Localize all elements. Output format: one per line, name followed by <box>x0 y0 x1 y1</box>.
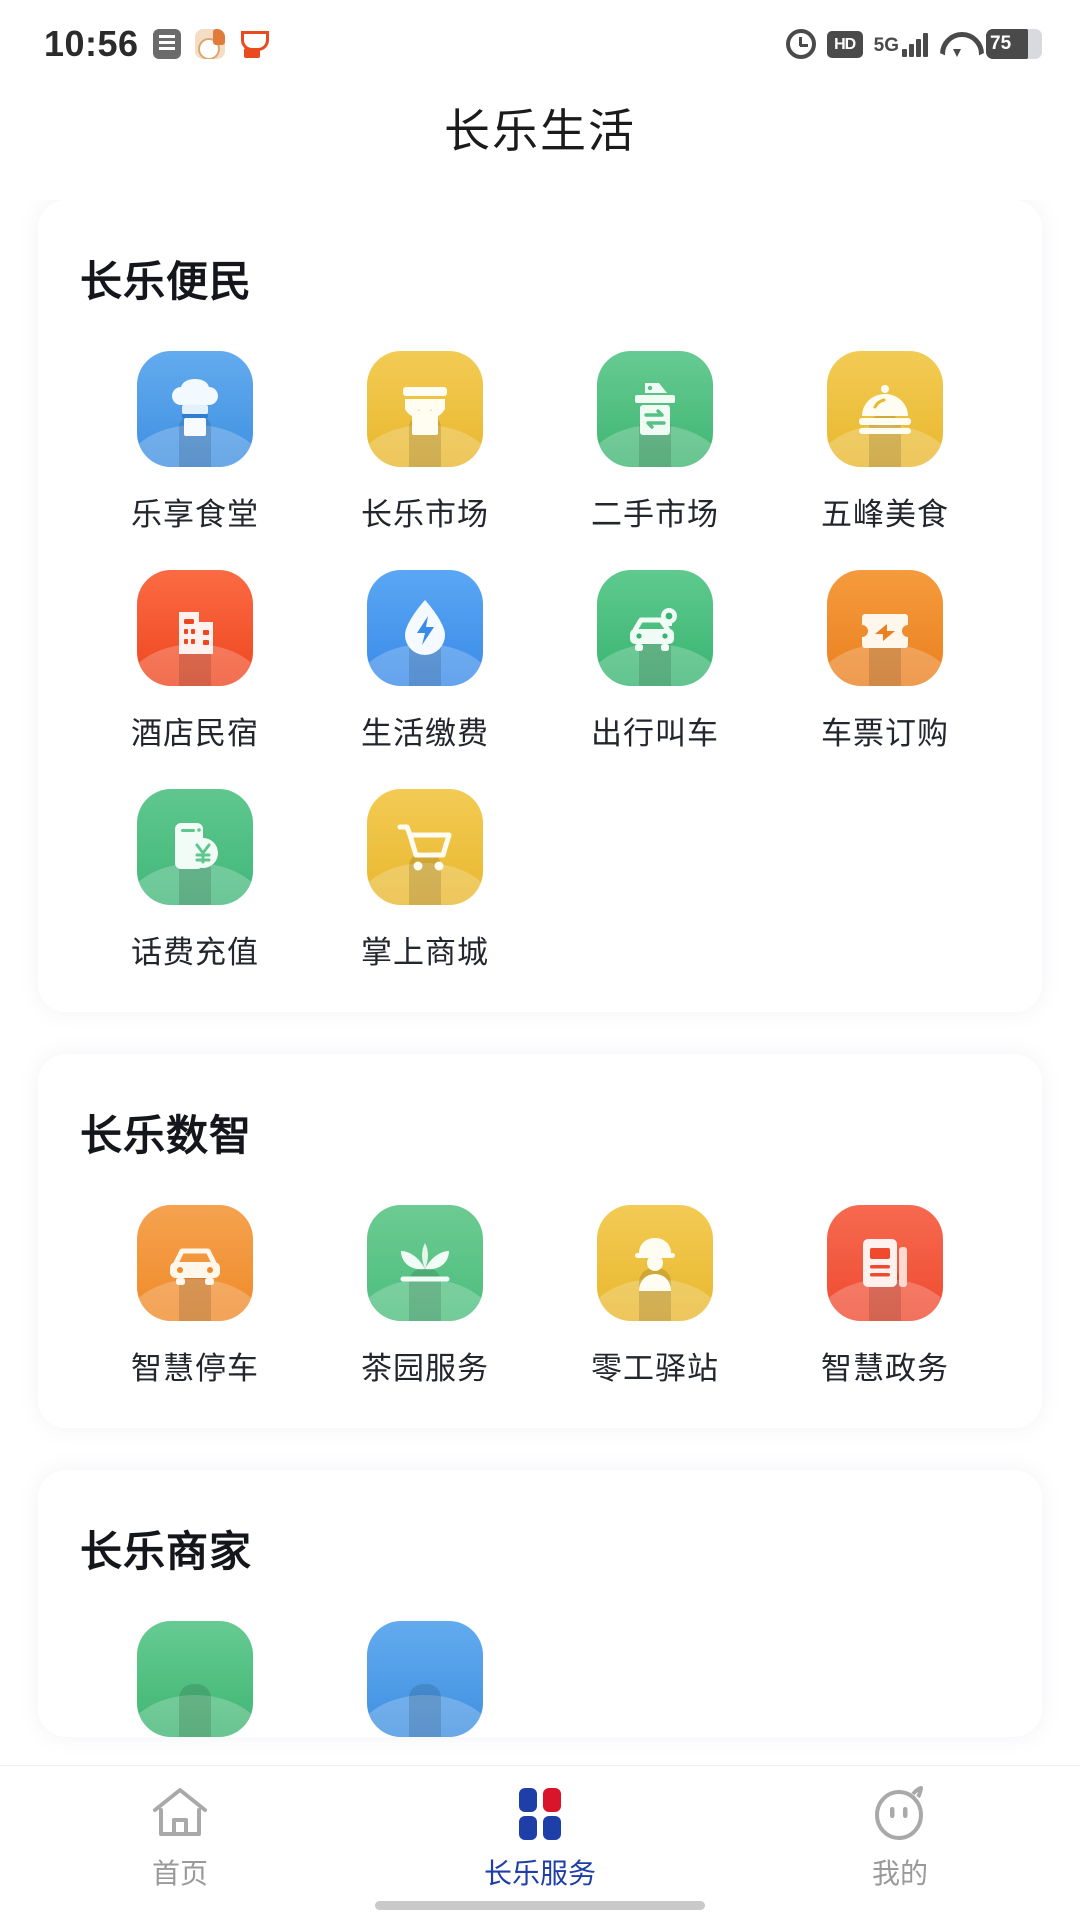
grid-item-merchant-4 <box>770 1621 1000 1737</box>
grid-item-lexiang-shitang[interactable]: 乐享食堂 <box>80 351 310 534</box>
hd-icon: HD <box>826 30 863 58</box>
section-title: 长乐商家 <box>80 1528 253 1575</box>
bear-app-icon <box>194 29 225 59</box>
grid-item-zhihui-tingche[interactable]: 智慧停车 <box>80 1205 310 1388</box>
grid-item-label: 车票订购 <box>821 716 949 751</box>
document-icon <box>152 29 181 59</box>
battery-icon: 75 <box>986 29 1042 59</box>
tea-leaf-icon <box>367 1205 483 1321</box>
grid-item-label: 出行叫车 <box>591 716 719 751</box>
alarm-icon <box>785 29 816 59</box>
grid-item-label: 五峰美食 <box>821 497 949 532</box>
wifi-icon <box>939 30 975 58</box>
food-cloche-icon <box>827 351 943 467</box>
grid-item-changle-shichang[interactable]: 长乐市场 <box>310 351 540 534</box>
nav-item-profile[interactable]: 我的 <box>720 1784 1080 1892</box>
network-label: 5G <box>873 35 899 56</box>
status-time: 10:56 <box>44 23 139 64</box>
icon-grid: 智慧停车 茶园服务 零工驿站 智慧政务 <box>80 1205 1000 1388</box>
chef-hat-icon <box>137 351 253 467</box>
section-title: 长乐便民 <box>80 258 253 305</box>
document-gov-icon <box>827 1205 943 1321</box>
status-bar-right: HD 5G 75 <box>785 29 1042 59</box>
status-bar: 10:56 HD 5G 75 <box>0 0 1080 88</box>
signal-5g-icon: 5G <box>874 31 928 57</box>
hotel-building-icon <box>137 570 253 686</box>
icon-grid: 乐享食堂 长乐市场 二手市场 五峰美食 酒店民宿 生活缴费 出行叫车 车票订购 … <box>80 351 1000 972</box>
cup-app-icon <box>239 29 269 59</box>
icon-grid <box>80 1621 1000 1737</box>
merchant-blue-icon <box>367 1621 483 1737</box>
merchant-green-icon <box>137 1621 253 1737</box>
ticket-icon <box>827 570 943 686</box>
taxi-car-icon <box>597 570 713 686</box>
section-title: 长乐数智 <box>80 1112 253 1159</box>
grid-item-label: 智慧停车 <box>131 1351 259 1386</box>
grid-item-label: 茶园服务 <box>361 1351 489 1386</box>
parking-car-icon <box>137 1205 253 1321</box>
nav-item-label: 长乐服务 <box>483 1858 596 1889</box>
section-card-shuzhi: 长乐数智 智慧停车 茶园服务 零工驿站 智慧政务 <box>38 1054 1042 1428</box>
grid-squares-icon <box>519 1788 561 1840</box>
nav-item-changle-service[interactable]: 长乐服务 <box>360 1784 720 1892</box>
grid-item-label: 酒店民宿 <box>131 716 259 751</box>
home-icon <box>153 1788 207 1836</box>
grid-item-merchant-3 <box>540 1621 770 1737</box>
grid-item-label: 话费充值 <box>131 935 259 970</box>
nav-item-home[interactable]: 首页 <box>0 1784 360 1892</box>
grid-item-wufeng-meishi[interactable]: 五峰美食 <box>770 351 1000 534</box>
grid-item-merchant-2[interactable] <box>310 1621 540 1737</box>
grid-item-linggong-yizhan[interactable]: 零工驿站 <box>540 1205 770 1388</box>
grid-item-zhihui-zhengwu[interactable]: 智慧政务 <box>770 1205 1000 1388</box>
grid-item-chuxing-jiaoche[interactable]: 出行叫车 <box>540 570 770 753</box>
phone-recharge-icon <box>137 789 253 905</box>
signal-bars-icon <box>902 31 928 57</box>
grid-item-chayuan-fuwu[interactable]: 茶园服务 <box>310 1205 540 1388</box>
page-title: 长乐生活 <box>444 105 636 157</box>
bottom-navigation-bar: 首页 长乐服务 我的 <box>0 1765 1080 1920</box>
grid-item-label: 生活缴费 <box>361 716 489 751</box>
grid-item-label: 二手市场 <box>591 497 719 532</box>
grid-item-huafei-chongzhi[interactable]: 话费充值 <box>80 789 310 972</box>
grid-item-label: 乐享食堂 <box>131 497 259 532</box>
grid-item-label: 掌上商城 <box>361 935 489 970</box>
worker-icon <box>597 1205 713 1321</box>
app-screen: 10:56 HD 5G 75 长乐生活 长乐便民 乐享食堂 长乐市场 二手市场 … <box>0 0 1080 1920</box>
battery-level: 75 <box>990 33 1012 54</box>
scroll-content[interactable]: 长乐便民 乐享食堂 长乐市场 二手市场 五峰美食 酒店民宿 生活缴费 出行叫车 … <box>0 200 1080 1770</box>
grid-item-label: 智慧政务 <box>821 1351 949 1386</box>
home-indicator <box>375 1901 705 1910</box>
grid-item-label: 零工驿站 <box>591 1351 719 1386</box>
grid-item-merchant-1[interactable] <box>80 1621 310 1737</box>
nav-item-label: 首页 <box>151 1858 208 1889</box>
grid-item-shenghuo-jiaofei[interactable]: 生活缴费 <box>310 570 540 753</box>
recycle-box-icon <box>597 351 713 467</box>
profile-face-icon <box>875 1786 923 1840</box>
status-bar-left: 10:56 <box>44 23 269 65</box>
grid-item-chepiao-dinggou[interactable]: 车票订购 <box>770 570 1000 753</box>
storefront-icon <box>367 351 483 467</box>
grid-item-ershou-shichang[interactable]: 二手市场 <box>540 351 770 534</box>
water-drop-bolt-icon <box>367 570 483 686</box>
section-card-shangjia: 长乐商家 <box>38 1470 1042 1737</box>
grid-item-zhangshang-shangcheng[interactable]: 掌上商城 <box>310 789 540 972</box>
nav-item-label: 我的 <box>871 1858 928 1889</box>
shopping-cart-icon <box>367 789 483 905</box>
section-card-bianmin: 长乐便民 乐享食堂 长乐市场 二手市场 五峰美食 酒店民宿 生活缴费 出行叫车 … <box>38 200 1042 1012</box>
grid-item-label: 长乐市场 <box>361 497 489 532</box>
grid-item-jiudian-minsu[interactable]: 酒店民宿 <box>80 570 310 753</box>
